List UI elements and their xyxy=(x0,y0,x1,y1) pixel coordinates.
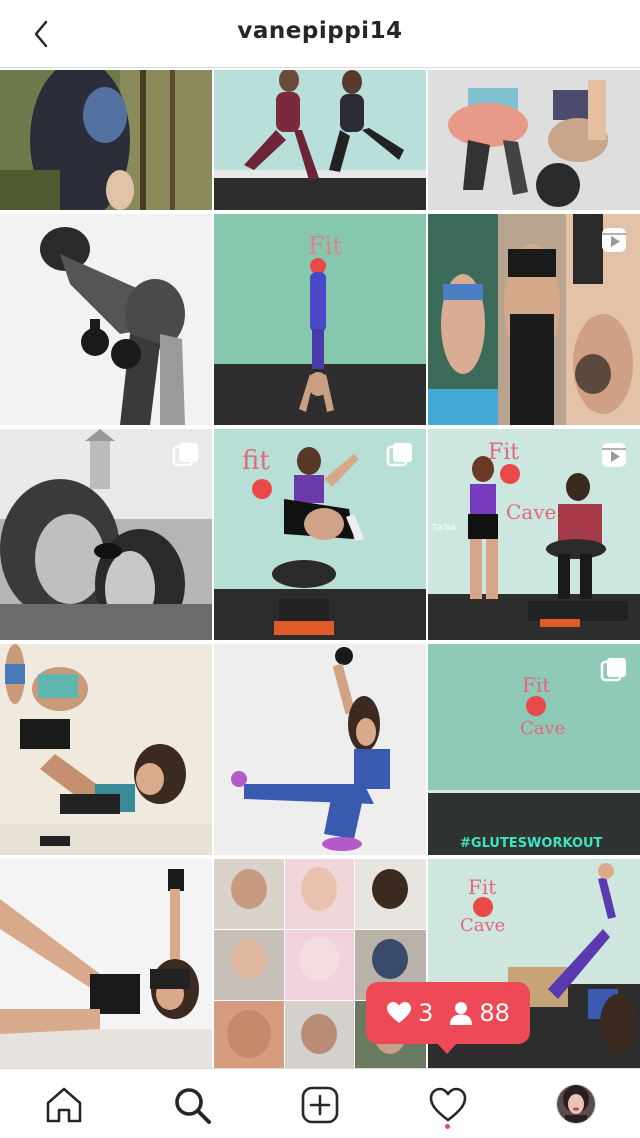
post-image xyxy=(214,644,426,855)
nav-activity[interactable] xyxy=(428,1085,468,1125)
post-image xyxy=(0,644,212,855)
post-image xyxy=(0,859,212,1068)
post-image: Fit xyxy=(214,214,426,425)
followers-count: 88 xyxy=(479,999,510,1027)
nav-new-post[interactable] xyxy=(300,1085,340,1125)
search-icon xyxy=(175,1088,211,1124)
post-thumbnail[interactable] xyxy=(0,429,212,640)
bottom-navigation xyxy=(0,1068,640,1138)
nav-profile-avatar[interactable] xyxy=(556,1084,596,1124)
reel-icon xyxy=(602,228,626,252)
svg-text:Fit: Fit xyxy=(468,875,496,899)
svg-text:Cave: Cave xyxy=(460,915,505,936)
followers-count-group: 88 xyxy=(449,999,510,1027)
post-caption-overlay: #GLUTESWORKOUT xyxy=(460,836,603,851)
likes-count: 3 xyxy=(418,999,434,1027)
reel-icon xyxy=(602,443,626,467)
nav-search[interactable] xyxy=(172,1085,212,1125)
person-icon xyxy=(450,1002,473,1025)
new-post-icon xyxy=(301,1086,339,1124)
activity-indicator-dot xyxy=(445,1124,450,1129)
svg-text:Fit: Fit xyxy=(522,673,550,697)
heart-icon xyxy=(387,1002,412,1023)
post-thumbnail[interactable] xyxy=(0,859,212,1068)
post-image xyxy=(214,70,426,210)
carousel-icon xyxy=(386,443,412,467)
svg-text:Cave: Cave xyxy=(506,500,556,524)
nav-home[interactable] xyxy=(44,1085,84,1125)
svg-text:Fit: Fit xyxy=(308,232,342,260)
post-image xyxy=(428,70,640,210)
post-image xyxy=(0,70,212,210)
post-thumbnail[interactable] xyxy=(0,70,212,210)
svg-text:Cave: Cave xyxy=(520,718,565,739)
post-thumbnail[interactable]: Fit Cave TikTok xyxy=(428,429,640,640)
post-thumbnail[interactable] xyxy=(214,70,426,210)
avatar xyxy=(557,1085,595,1123)
svg-text:Fit: Fit xyxy=(488,440,519,465)
post-thumbnail[interactable] xyxy=(214,644,426,855)
carousel-icon xyxy=(600,658,626,682)
carousel-icon xyxy=(172,443,198,467)
top-bar: vanepippi14 xyxy=(0,0,640,68)
notification-pointer xyxy=(436,1042,458,1054)
svg-text:fit: fit xyxy=(242,446,270,476)
post-thumbnail[interactable]: Fit Cave #GLUTESWORKOUT xyxy=(428,644,640,855)
post-thumbnail[interactable] xyxy=(0,644,212,855)
post-image xyxy=(0,214,212,425)
posts-grid: Fit fit Fit Cave TikTok Fit Cave #GLUTES… xyxy=(0,70,640,1068)
post-thumbnail[interactable]: fit xyxy=(214,429,426,640)
post-thumbnail[interactable] xyxy=(428,214,640,425)
tiktok-watermark: TikTok xyxy=(432,523,457,532)
post-thumbnail[interactable] xyxy=(0,214,212,425)
post-thumbnail[interactable]: Fit xyxy=(214,214,426,425)
heart-outline-icon xyxy=(429,1087,467,1122)
post-thumbnail[interactable] xyxy=(428,70,640,210)
home-icon xyxy=(46,1087,82,1123)
likes-count-group: 3 xyxy=(386,999,433,1027)
activity-notification-bubble[interactable]: 3 88 xyxy=(366,982,530,1044)
profile-username: vanepippi14 xyxy=(237,18,403,44)
